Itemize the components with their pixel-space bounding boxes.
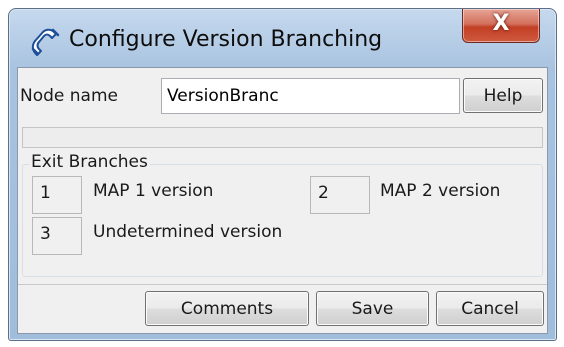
branch-label-2: MAP 2 version bbox=[380, 181, 501, 201]
cancel-button[interactable]: Cancel bbox=[436, 291, 544, 326]
branch-number-2: 2 bbox=[310, 176, 370, 214]
dialog-content: Node name Help Exit Branches 1 MAP 1 ver… bbox=[17, 67, 548, 334]
node-name-input[interactable] bbox=[161, 78, 460, 114]
help-button[interactable]: Help bbox=[463, 78, 543, 113]
exit-branches-group: Exit Branches 1 MAP 1 version 2 MAP 2 ve… bbox=[22, 152, 543, 277]
window-title: Configure Version Branching bbox=[69, 27, 383, 52]
exit-branches-legend: Exit Branches bbox=[29, 152, 150, 172]
dialog-window: Configure Version Branching X Node name … bbox=[8, 8, 557, 341]
status-bar bbox=[22, 127, 543, 148]
save-button[interactable]: Save bbox=[316, 291, 429, 326]
button-row: Comments Save Cancel bbox=[18, 285, 547, 333]
branch-label-3: Undetermined version bbox=[93, 222, 283, 242]
close-icon: X bbox=[492, 11, 510, 36]
phone-handset-icon bbox=[29, 26, 61, 58]
title-bar[interactable]: Configure Version Branching X bbox=[9, 9, 556, 67]
node-name-label: Node name bbox=[20, 86, 118, 106]
branch-label-1: MAP 1 version bbox=[93, 181, 214, 201]
close-button[interactable]: X bbox=[462, 9, 540, 43]
branch-number-1: 1 bbox=[32, 176, 82, 214]
comments-button[interactable]: Comments bbox=[145, 291, 309, 326]
branch-number-3: 3 bbox=[32, 217, 82, 255]
